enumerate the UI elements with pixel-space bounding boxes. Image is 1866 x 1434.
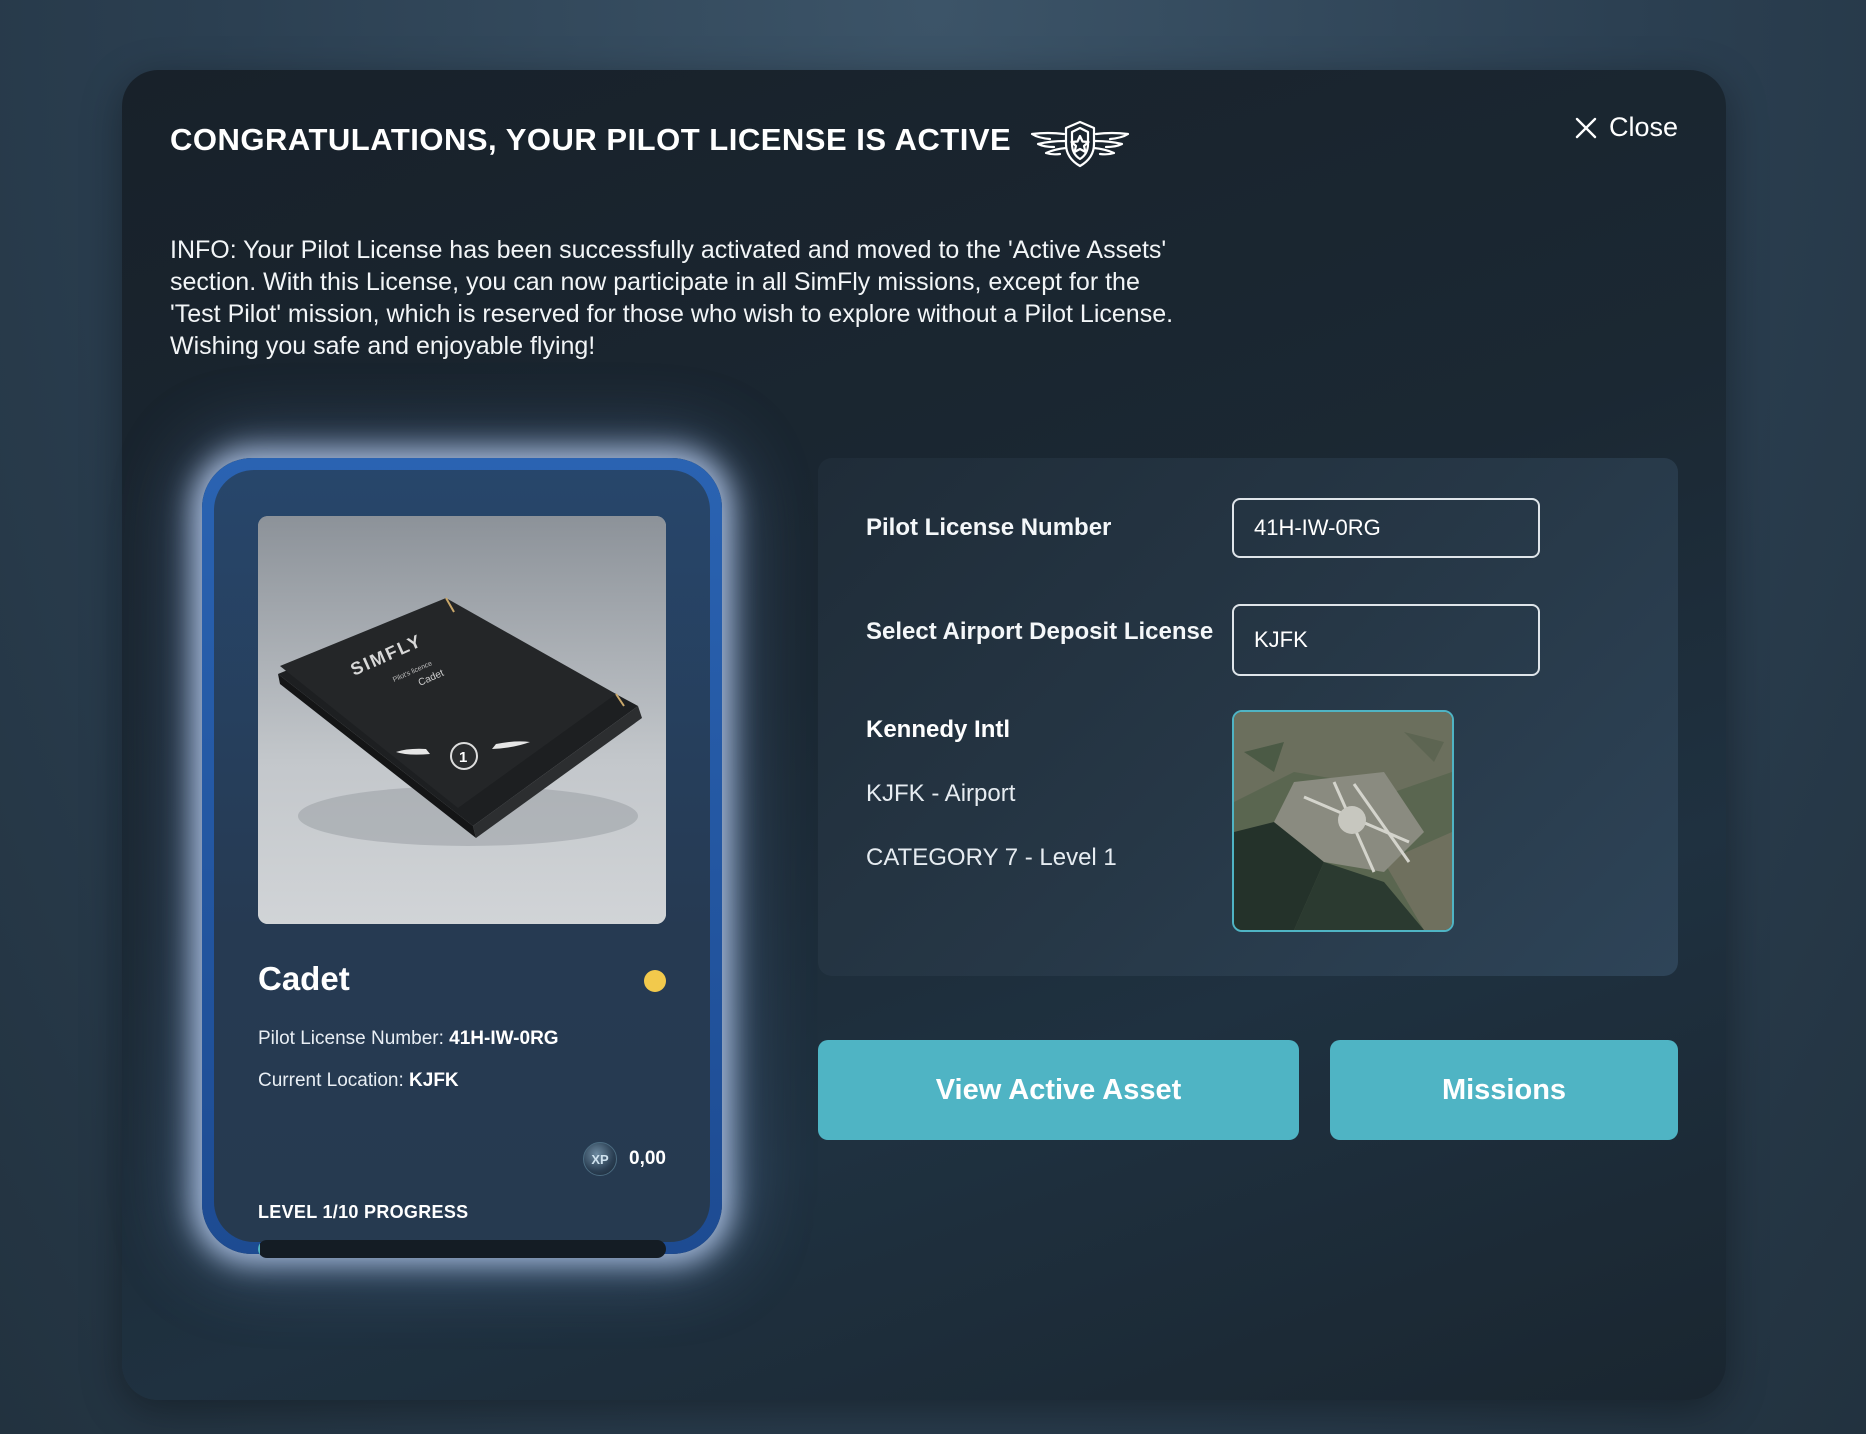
card-location-line: Current Location: KJFK bbox=[258, 1070, 459, 1092]
view-active-asset-button[interactable]: View Active Asset bbox=[818, 1040, 1299, 1140]
level-progress-label: LEVEL 1/10 PROGRESS bbox=[258, 1202, 469, 1222]
card-body: SIMFLY Pilot's licence Cadet 1 Cadet Pil… bbox=[214, 470, 710, 1258]
airport-code: KJFK - Airport bbox=[866, 780, 1016, 807]
card-license-value: 41H-IW-0RG bbox=[449, 1028, 559, 1049]
close-button[interactable]: Close bbox=[1575, 112, 1678, 143]
close-label: Close bbox=[1608, 112, 1678, 142]
card-rank-name: Cadet bbox=[258, 960, 350, 997]
status-dot bbox=[644, 970, 666, 992]
info-text: INFO: Your Pilot License has been succes… bbox=[170, 236, 1174, 360]
license-image: SIMFLY Pilot's licence Cadet 1 bbox=[258, 516, 666, 924]
license-booklet-illustration: SIMFLY Pilot's licence Cadet 1 bbox=[258, 516, 666, 924]
pilot-license-card[interactable]: SIMFLY Pilot's licence Cadet 1 Cadet Pil… bbox=[202, 458, 722, 1258]
xp-value: 0,00 bbox=[629, 1148, 666, 1169]
close-icon bbox=[1575, 117, 1597, 138]
xp-icon: XP bbox=[583, 1142, 618, 1176]
booklet-badge-number: 1 bbox=[459, 749, 467, 766]
card-location-value: KJFK bbox=[409, 1070, 459, 1091]
pilot-wings-icon bbox=[1030, 120, 1130, 168]
airport-deposit-select[interactable]: KJFK bbox=[1232, 604, 1540, 676]
deposit-license-label: Select Airport Deposit License bbox=[866, 618, 1214, 645]
license-details-panel: Pilot License Number 41H-IW-0RG Select A… bbox=[818, 458, 1678, 976]
level-progress-fill bbox=[258, 1240, 261, 1258]
card-location-label: Current Location: bbox=[258, 1070, 404, 1091]
level-progress-bar bbox=[258, 1240, 666, 1258]
card-license-line: Pilot License Number: 41H-IW-0RG bbox=[258, 1028, 559, 1050]
license-number-label: Pilot License Number bbox=[866, 514, 1112, 541]
airport-satellite-image bbox=[1232, 710, 1454, 932]
missions-button[interactable]: Missions bbox=[1330, 1040, 1678, 1140]
card-license-label: Pilot License Number: bbox=[258, 1028, 444, 1049]
license-active-modal: CONGRATULATIONS, YOUR PILOT LICENSE IS A… bbox=[122, 70, 1726, 1400]
modal-title: CONGRATULATIONS, YOUR PILOT LICENSE IS A… bbox=[170, 122, 1012, 157]
airport-category: CATEGORY 7 - Level 1 bbox=[866, 844, 1117, 871]
license-number-field[interactable]: 41H-IW-0RG bbox=[1232, 498, 1540, 558]
airport-name: Kennedy Intl bbox=[866, 716, 1011, 743]
xp-row: XP 0,00 bbox=[583, 1142, 666, 1176]
